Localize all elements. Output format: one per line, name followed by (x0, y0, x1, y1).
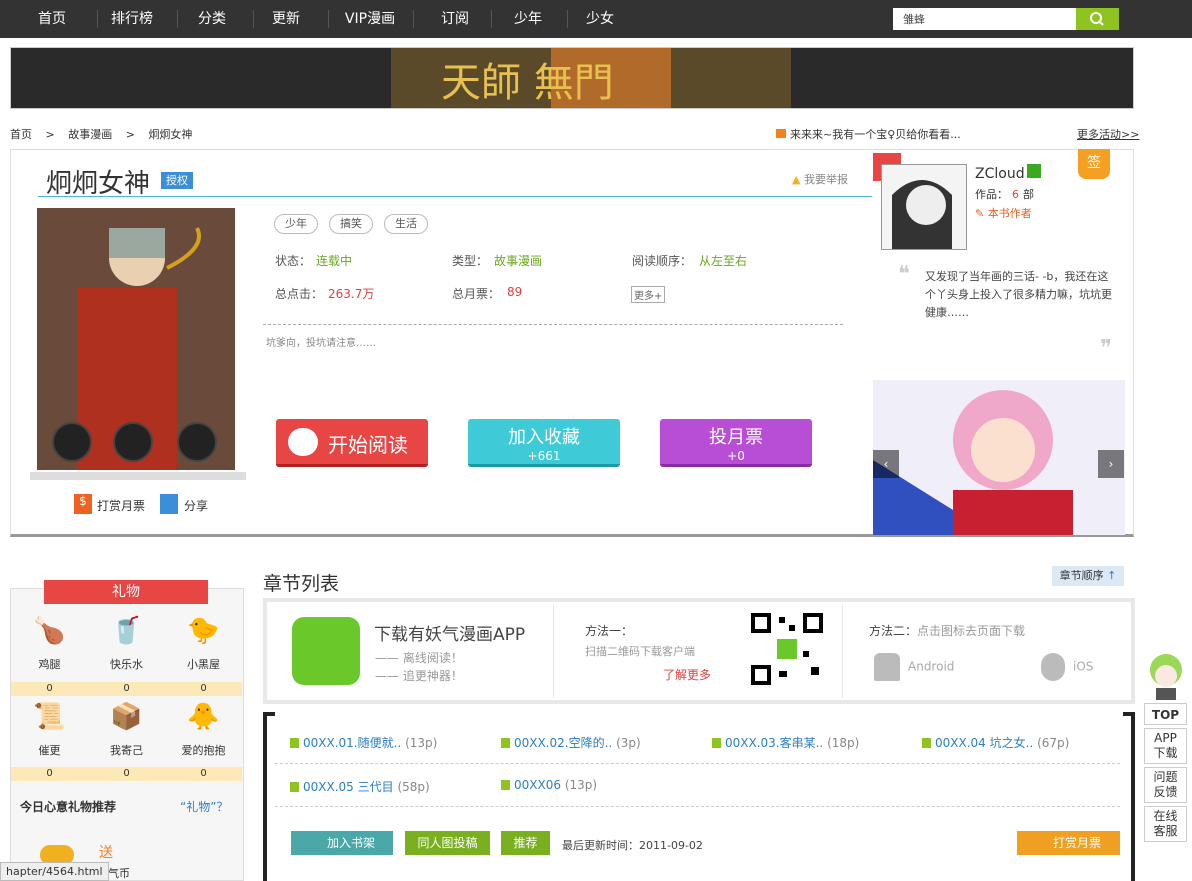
timer-icon[interactable] (113, 422, 153, 462)
gift-hug[interactable]: 🐥 爱的抱抱 (165, 702, 242, 758)
nav-vip[interactable]: VIP漫画 (338, 0, 402, 38)
clicks-value: 263.7万 (328, 287, 375, 301)
quote-close-icon: ❞ (1100, 336, 1112, 361)
carousel-next-button[interactable]: › (1098, 450, 1124, 478)
gift-help-link[interactable]: “礼物”？ (180, 798, 228, 815)
vip-icon (1026, 164, 1041, 178)
chapter-link[interactable]: 00XX.05 三代目 (58p) (290, 778, 430, 795)
reward-vote-link[interactable]: 打赏月票 (97, 497, 145, 514)
banner[interactable]: 天師 無門 (10, 47, 1134, 109)
more-activity-link[interactable]: 更多活动>> (1077, 126, 1139, 142)
breadcrumb: 首页 > 故事漫画 > 炯炯女神 (10, 128, 193, 141)
author-role: ✎ 本书作者 (975, 207, 1032, 220)
mascot-icon (1146, 648, 1188, 700)
chapter-list-title: 章节列表 (263, 573, 340, 595)
chapter-link[interactable]: 00XX.04 坑之女.. (67p) (922, 734, 1069, 751)
signed-badge: 签 (1078, 149, 1110, 179)
warning-icon: ▲ (792, 173, 801, 186)
recommend-button[interactable]: 推荐 (501, 831, 550, 855)
chapter-link[interactable]: 00XX06 (13p) (501, 778, 597, 792)
reward-vote-button[interactable]: 打赏月票 (1017, 831, 1120, 855)
gift-drumstick[interactable]: 🍗 鸡腿 (11, 616, 88, 672)
gift-title: 礼物 (44, 580, 208, 604)
android-icon (874, 653, 900, 681)
gift-self[interactable]: 📦 我寄己 (88, 702, 165, 758)
nav-shojo[interactable]: 少女 (578, 0, 622, 38)
gift-urge[interactable]: 📜 催更 (11, 702, 88, 758)
qr-code (749, 611, 825, 687)
app-logo[interactable] (292, 617, 360, 685)
add-favorite-button[interactable]: 加入收藏 +661 (468, 419, 620, 467)
gift-cola[interactable]: 🥤 快乐水 (88, 616, 165, 672)
search-icon (1090, 12, 1104, 26)
learn-more-link[interactable]: 了解更多 (663, 666, 711, 683)
author-quote: 又发现了当年画的三话- -b，我还在这个丫头身上投入了很多精力嘛，坑坑更健康…… (925, 270, 1112, 319)
submit-fanart-button[interactable]: 同人图投稿 (405, 831, 490, 855)
last-updated: 最后更新时间：2011-09-02 (562, 839, 703, 852)
speaker-icon (776, 129, 786, 138)
download-icon[interactable] (52, 422, 92, 462)
tag-life[interactable]: 生活 (384, 214, 428, 234)
pencil-icon: ✎ (975, 207, 985, 220)
chapter-order-button[interactable]: 章节顺序 ↑ (1052, 566, 1124, 586)
author-name[interactable]: ZCloud (975, 164, 1041, 182)
arrow-up-icon: ↑ (1107, 569, 1117, 582)
nav-category[interactable]: 分类 (190, 0, 234, 38)
apple-icon (1041, 653, 1065, 681)
feedback-button[interactable]: 问题反馈 (1144, 767, 1187, 803)
book-icon (288, 428, 318, 456)
crumb-home[interactable]: 首页 (10, 128, 32, 141)
status-value: 连载中 (316, 254, 353, 268)
author-works: 作品： 6 部 (975, 188, 1034, 201)
nav-home[interactable]: 首页 (30, 0, 74, 38)
money-icon: $ (74, 494, 92, 514)
author-avatar[interactable] (881, 164, 967, 250)
app-title: 下载有妖气漫画APP (374, 625, 526, 645)
send-label: 送 (99, 845, 113, 861)
today-gift-heading: 今日心意礼物推荐 (20, 800, 117, 814)
comic-title: 炯炯女神 (46, 169, 151, 199)
chapter-link[interactable]: 00XX.03.客串某.. (18p) (712, 734, 859, 751)
crumb-category[interactable]: 故事漫画 (68, 128, 112, 141)
top-nav: 首页 排行榜 分类 更新 VIP漫画 订阅 少年 少女 (0, 0, 1192, 38)
nav-shonen[interactable]: 少年 (506, 0, 550, 38)
back-to-top-button[interactable]: TOP (1144, 703, 1187, 725)
web-icon[interactable] (177, 422, 217, 462)
promo-carousel[interactable] (873, 380, 1125, 535)
search-button[interactable] (1076, 8, 1119, 30)
app-download-button[interactable]: APP下载 (1144, 728, 1187, 764)
ios-download-link[interactable]: iOS (1041, 653, 1093, 681)
type-value[interactable]: 故事漫画 (494, 252, 542, 269)
quote-open-icon: ❝ (898, 262, 910, 287)
banner-image: 天師 無門 (11, 48, 1133, 108)
chapter-link[interactable]: 00XX.01.随便就.. (13p) (290, 734, 437, 751)
share-icon (160, 494, 178, 514)
start-reading-button[interactable]: 开始阅读 (276, 419, 428, 467)
nav-update[interactable]: 更新 (264, 0, 308, 38)
android-download-link[interactable]: Android (874, 653, 954, 681)
chapter-link[interactable]: 00XX.02.空降的.. (3p) (501, 734, 641, 751)
tag-shonen[interactable]: 少年 (274, 214, 318, 234)
tag-comedy[interactable]: 搞笑 (329, 214, 373, 234)
order-value: 从左至右 (699, 254, 748, 268)
license-badge: 授权 (161, 172, 193, 189)
search-input[interactable] (893, 8, 1076, 30)
notice[interactable]: 来来来~我有一个宝♀贝给你看看... (776, 126, 961, 142)
crumb-current: 炯炯女神 (148, 128, 193, 141)
vote-button[interactable]: 投月票 +0 (660, 419, 812, 467)
comic-description: 坑爹向，投坑请注意…… (266, 338, 376, 349)
votes-value: 89 (507, 285, 523, 299)
share-link[interactable]: 分享 (184, 497, 208, 514)
nav-ranking[interactable]: 排行榜 (104, 0, 160, 38)
banner-title: 天師 無門 (441, 60, 614, 106)
carousel-prev-button[interactable]: ‹ (873, 450, 899, 478)
status-url: hapter/4564.html (0, 862, 109, 881)
more-info-button[interactable]: 更多+ (631, 286, 666, 303)
gift-blackroom[interactable]: 🐤 小黑屋 (165, 616, 242, 672)
nav-subscribe[interactable]: 订阅 (433, 0, 477, 38)
add-shelf-button[interactable]: 加入书架 (291, 831, 393, 855)
report-link[interactable]: ▲ 我要举报 (792, 171, 848, 187)
service-button[interactable]: 在线客服 (1144, 806, 1187, 842)
